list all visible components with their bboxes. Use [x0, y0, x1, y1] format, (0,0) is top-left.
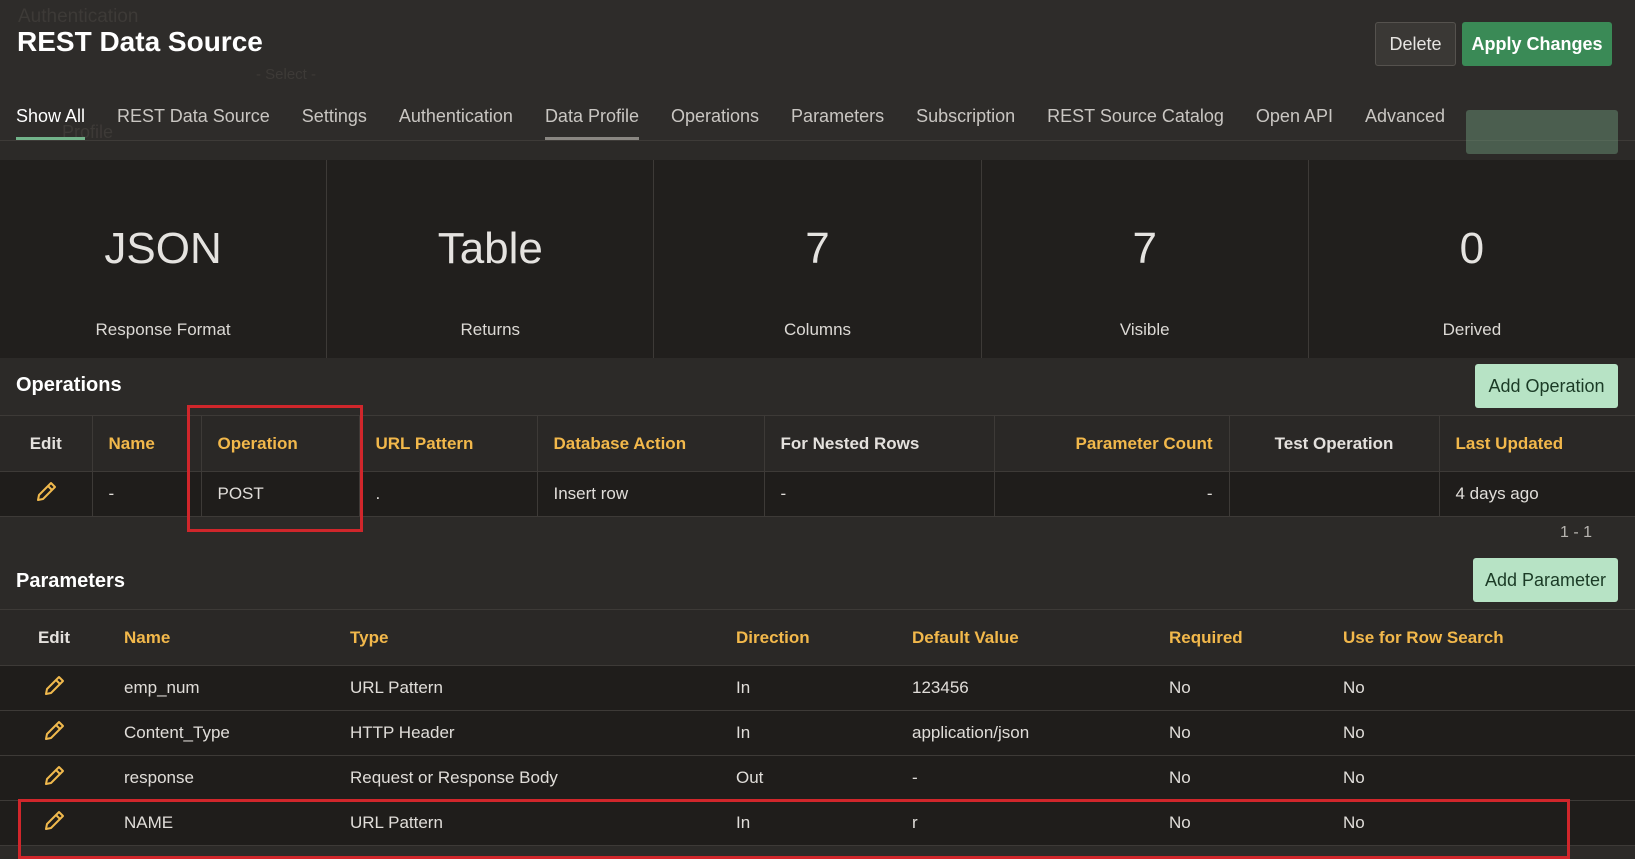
edit-cell[interactable] [0, 665, 108, 711]
edit-cell[interactable] [0, 755, 108, 801]
data-profile-stats: JSON Response Format Table Returns 7 Col… [0, 160, 1635, 358]
column-header-direction[interactable]: Direction [720, 609, 896, 666]
stat-label: Response Format [95, 320, 231, 339]
cell-required: No [1153, 665, 1327, 711]
cell-name: emp_num [108, 665, 334, 711]
cell-name: response [108, 755, 334, 801]
table-row: response Request or Response Body Out - … [0, 755, 1635, 801]
cell-use-for-row-search: No [1327, 755, 1635, 801]
edit-cell[interactable] [0, 710, 108, 756]
stat-label: Derived [1442, 320, 1502, 339]
stat-value: Table [437, 224, 543, 273]
stat-label: Columns [783, 320, 852, 339]
pencil-icon[interactable] [42, 764, 66, 793]
stat-value: 7 [1132, 224, 1157, 273]
column-header-for-nested-rows[interactable]: For Nested Rows [764, 415, 995, 472]
cell-database-action: Insert row [537, 471, 765, 517]
cell-direction: Out [720, 755, 896, 801]
tab-authentication[interactable]: Authentication [399, 98, 513, 140]
column-header-edit[interactable]: Edit [0, 609, 108, 666]
stat-visible: 7 Visible [981, 160, 1309, 358]
tab-subscription[interactable]: Subscription [916, 98, 1015, 140]
cell-default-value: - [896, 755, 1153, 801]
add-operation-button[interactable]: Add Operation [1475, 364, 1618, 408]
column-header-required[interactable]: Required [1153, 609, 1327, 666]
tab-rest-data-source[interactable]: REST Data Source [117, 98, 270, 140]
column-header-test-operation[interactable]: Test Operation [1229, 415, 1440, 472]
add-parameter-button[interactable]: Add Parameter [1473, 558, 1618, 602]
stat-value: 0 [1459, 224, 1485, 273]
cell-default-value: application/json [896, 710, 1153, 756]
column-header-parameter-count[interactable]: Parameter Count [994, 415, 1230, 472]
cell-name: - [92, 471, 202, 517]
tab-advanced[interactable]: Advanced [1365, 98, 1445, 140]
cell-url-pattern: . [359, 471, 538, 517]
tab-bar: Show All REST Data Source Settings Authe… [0, 98, 1461, 140]
cell-for-nested-rows: - [764, 471, 995, 517]
operations-region-title: Operations [16, 374, 122, 396]
delete-button[interactable]: Delete [1375, 22, 1456, 66]
pencil-icon[interactable] [42, 674, 66, 703]
stat-value: JSON [104, 224, 222, 273]
highlight-box-operation [187, 405, 363, 532]
tab-operations[interactable]: Operations [671, 98, 759, 140]
tab-rest-source-catalog[interactable]: REST Source Catalog [1047, 98, 1224, 140]
pencil-icon[interactable] [42, 719, 66, 748]
highlight-box-name-row [18, 799, 1570, 859]
cell-test-operation[interactable] [1229, 471, 1440, 517]
cell-use-for-row-search: No [1327, 665, 1635, 711]
cell-type: HTTP Header [334, 710, 720, 756]
stat-response-format: JSON Response Format [0, 160, 328, 358]
stat-returns: Table Returns [327, 160, 655, 358]
table-row: emp_num URL Pattern In 123456 No No [0, 665, 1635, 711]
column-header-url-pattern[interactable]: URL Pattern [359, 415, 538, 472]
stat-label: Returns [460, 320, 521, 339]
tab-open-api[interactable]: Open API [1256, 98, 1333, 140]
table-row: Content_Type HTTP Header In application/… [0, 710, 1635, 756]
parameters-region-title: Parameters [16, 570, 125, 592]
stat-value: 7 [805, 224, 830, 273]
page-title: REST Data Source [17, 26, 263, 57]
column-header-database-action[interactable]: Database Action [537, 415, 765, 472]
cell-required: No [1153, 755, 1327, 801]
cell-default-value: 123456 [896, 665, 1153, 711]
column-header-name[interactable]: Name [108, 609, 334, 666]
column-header-name[interactable]: Name [92, 415, 202, 472]
cell-type: Request or Response Body [334, 755, 720, 801]
cell-name: Content_Type [108, 710, 334, 756]
pencil-icon[interactable] [34, 480, 58, 509]
column-header-type[interactable]: Type [334, 609, 720, 666]
cell-parameter-count: - [994, 471, 1230, 517]
operations-pagination: 1 - 1 [1560, 524, 1593, 541]
stat-derived: 0 Derived [1308, 160, 1635, 358]
cell-direction: In [720, 665, 896, 711]
stat-columns: 7 Columns [654, 160, 982, 358]
cell-required: No [1153, 710, 1327, 756]
tab-show-all[interactable]: Show All [16, 98, 86, 140]
ghost-select-text: - Select - [256, 66, 317, 83]
edit-cell[interactable] [0, 471, 93, 517]
cell-use-for-row-search: No [1327, 710, 1635, 756]
tab-settings[interactable]: Settings [302, 98, 367, 140]
cell-direction: In [720, 710, 896, 756]
page-header: Authentication - Select - Profile REST D… [0, 0, 1635, 154]
ghost-authentication-heading: Authentication [18, 6, 139, 27]
cell-type: URL Pattern [334, 665, 720, 711]
ghost-button [1466, 110, 1618, 154]
stat-label: Visible [1119, 320, 1170, 339]
tab-parameters[interactable]: Parameters [791, 98, 884, 140]
cell-last-updated: 4 days ago [1439, 471, 1635, 517]
column-header-last-updated[interactable]: Last Updated [1439, 415, 1635, 472]
column-header-use-for-row-search[interactable]: Use for Row Search [1327, 609, 1635, 666]
column-header-edit[interactable]: Edit [0, 415, 93, 472]
tab-data-profile[interactable]: Data Profile [544, 98, 639, 140]
apply-changes-button[interactable]: Apply Changes [1462, 22, 1612, 66]
column-header-default-value[interactable]: Default Value [896, 609, 1153, 666]
